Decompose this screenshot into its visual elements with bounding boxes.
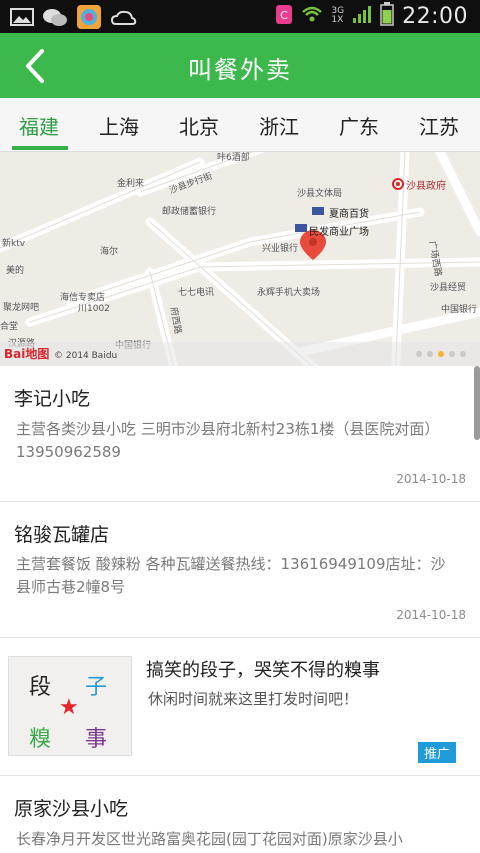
tab-zhejiang[interactable]: 浙江 <box>259 111 299 140</box>
list-item[interactable]: 铭骏瓦罐店 主营套餐饭 酸辣粉 各种瓦罐送餐热线：13616949109店址：沙… <box>0 502 480 638</box>
ad-thumbnail-char: 段 <box>29 675 52 700</box>
ad-thumbnail-char: 子 <box>85 675 108 700</box>
tab-fujian[interactable]: 福建 <box>19 111 59 140</box>
page-title: 叫餐外卖 <box>188 56 292 84</box>
clean-app-icon: C <box>275 3 293 29</box>
ad-item[interactable]: 段 子 糗 事 ★ 搞笑的段子，哭笑不得的糗事 休闲时间就来这里打发时间吧！ 推… <box>0 638 480 776</box>
page-dot <box>416 351 422 357</box>
map-page-indicator <box>416 351 466 357</box>
clock: 22:00 <box>402 3 468 29</box>
weather-icon <box>110 6 138 32</box>
promoted-badge: 推广 <box>417 742 456 763</box>
battery-icon <box>380 2 394 30</box>
map-view[interactable]: 咔6酒部 金利来 沙县步行街 沙县文体局 沙县政府 邮政储蓄银行 夏商百货 民发… <box>0 152 480 366</box>
restaurant-name: 原家沙县小吃 <box>14 798 129 820</box>
map-label: 美的 <box>6 266 25 276</box>
ad-title: 搞笑的段子，哭笑不得的糗事 <box>146 660 380 681</box>
star-icon: ★ <box>59 695 79 720</box>
map-label: 民发商业广场 <box>309 227 369 238</box>
tab-beijing[interactable]: 北京 <box>179 111 219 140</box>
network-type: 3G 1X <box>331 6 345 25</box>
ad-subtitle: 休闲时间就来这里打发时间吧！ <box>148 690 359 708</box>
baidu-map-logo: Bai地图 <box>4 347 50 361</box>
notification-icons <box>10 4 138 34</box>
tab-guangdong[interactable]: 广东 <box>339 111 379 140</box>
map-label: 永辉手机大卖场 <box>257 288 321 298</box>
ad-thumbnail-char: 事 <box>85 727 108 752</box>
status-bar: C 3G 1X 22:00 <box>0 0 480 33</box>
list-item[interactable]: 原家沙县小吃 长春净月开发区世光路富奥花园(园丁花园对面)原家沙县小 <box>0 776 480 853</box>
title-bar: 叫餐外卖 <box>0 33 480 98</box>
restaurant-description: 主营套餐饭 酸辣粉 各种瓦罐送餐热线：13616949109店址：沙县师古巷2幢… <box>16 555 446 596</box>
restaurant-description: 长春净月开发区世光路富奥花园(园丁花园对面)原家沙县小 <box>16 830 403 848</box>
map-footer: Bai地图 © 2014 Baidu <box>0 342 480 366</box>
ad-thumbnail-char: 糗 <box>29 727 52 752</box>
gallery-icon <box>10 6 34 32</box>
map-label: 中国银行 <box>441 305 478 315</box>
tab-jiangsu[interactable]: 江苏 <box>419 111 459 140</box>
post-date: 2014-10-18 <box>396 472 466 486</box>
page-dot-active <box>438 351 444 357</box>
restaurant-description: 主营各类沙县小吃 三明市沙县府北新村23栋1楼（县医院对面）1395096258… <box>16 420 440 461</box>
map-label: 咔6酒部 <box>217 153 250 163</box>
map-label: 沙县经贸 <box>430 283 467 293</box>
map-label: 夏商百货 <box>329 209 369 220</box>
list-item[interactable]: 李记小吃 主营各类沙县小吃 三明市沙县府北新村23栋1楼（县医院对面）13950… <box>0 366 480 502</box>
app-icon <box>76 4 102 34</box>
map-copyright: © 2014 Baidu <box>54 351 118 361</box>
province-tabs: 福建 上海 北京 浙江 广东 江苏 <box>0 98 480 152</box>
map-label: 聚龙网吧 <box>3 303 40 313</box>
restaurant-name: 铭骏瓦罐店 <box>14 524 110 546</box>
page-dot <box>460 351 466 357</box>
restaurant-name: 李记小吃 <box>14 388 91 410</box>
system-icons: C 3G 1X 22:00 <box>275 2 468 30</box>
map-label: 兴业银行 <box>262 244 299 254</box>
signal-icon <box>352 4 372 28</box>
wechat-icon <box>42 6 68 32</box>
tab-shanghai[interactable]: 上海 <box>99 111 139 140</box>
restaurant-list: 李记小吃 主营各类沙县小吃 三明市沙县府北新村23栋1楼（县医院对面）13950… <box>0 366 480 853</box>
svg-text:C: C <box>281 9 289 22</box>
map-label: 新ktv <box>2 239 26 249</box>
map-label: 金利来 <box>117 179 145 189</box>
map-label: 川1002 <box>78 304 110 314</box>
scrollbar[interactable] <box>474 366 480 440</box>
map-label: 七七电讯 <box>178 288 215 298</box>
map-label: 合堂 <box>0 322 19 332</box>
map-label: 沙县文体局 <box>297 189 343 199</box>
post-date: 2014-10-18 <box>396 608 466 622</box>
wifi-icon <box>301 4 323 28</box>
map-label: 邮政储蓄银行 <box>162 207 217 217</box>
map-label: 沙县政府 <box>406 181 446 192</box>
map-label: 海尔 <box>100 247 119 257</box>
active-tab-indicator <box>12 146 68 150</box>
ad-thumbnail: 段 子 糗 事 ★ <box>8 656 132 756</box>
page-dot <box>449 351 455 357</box>
page-dot <box>427 351 433 357</box>
